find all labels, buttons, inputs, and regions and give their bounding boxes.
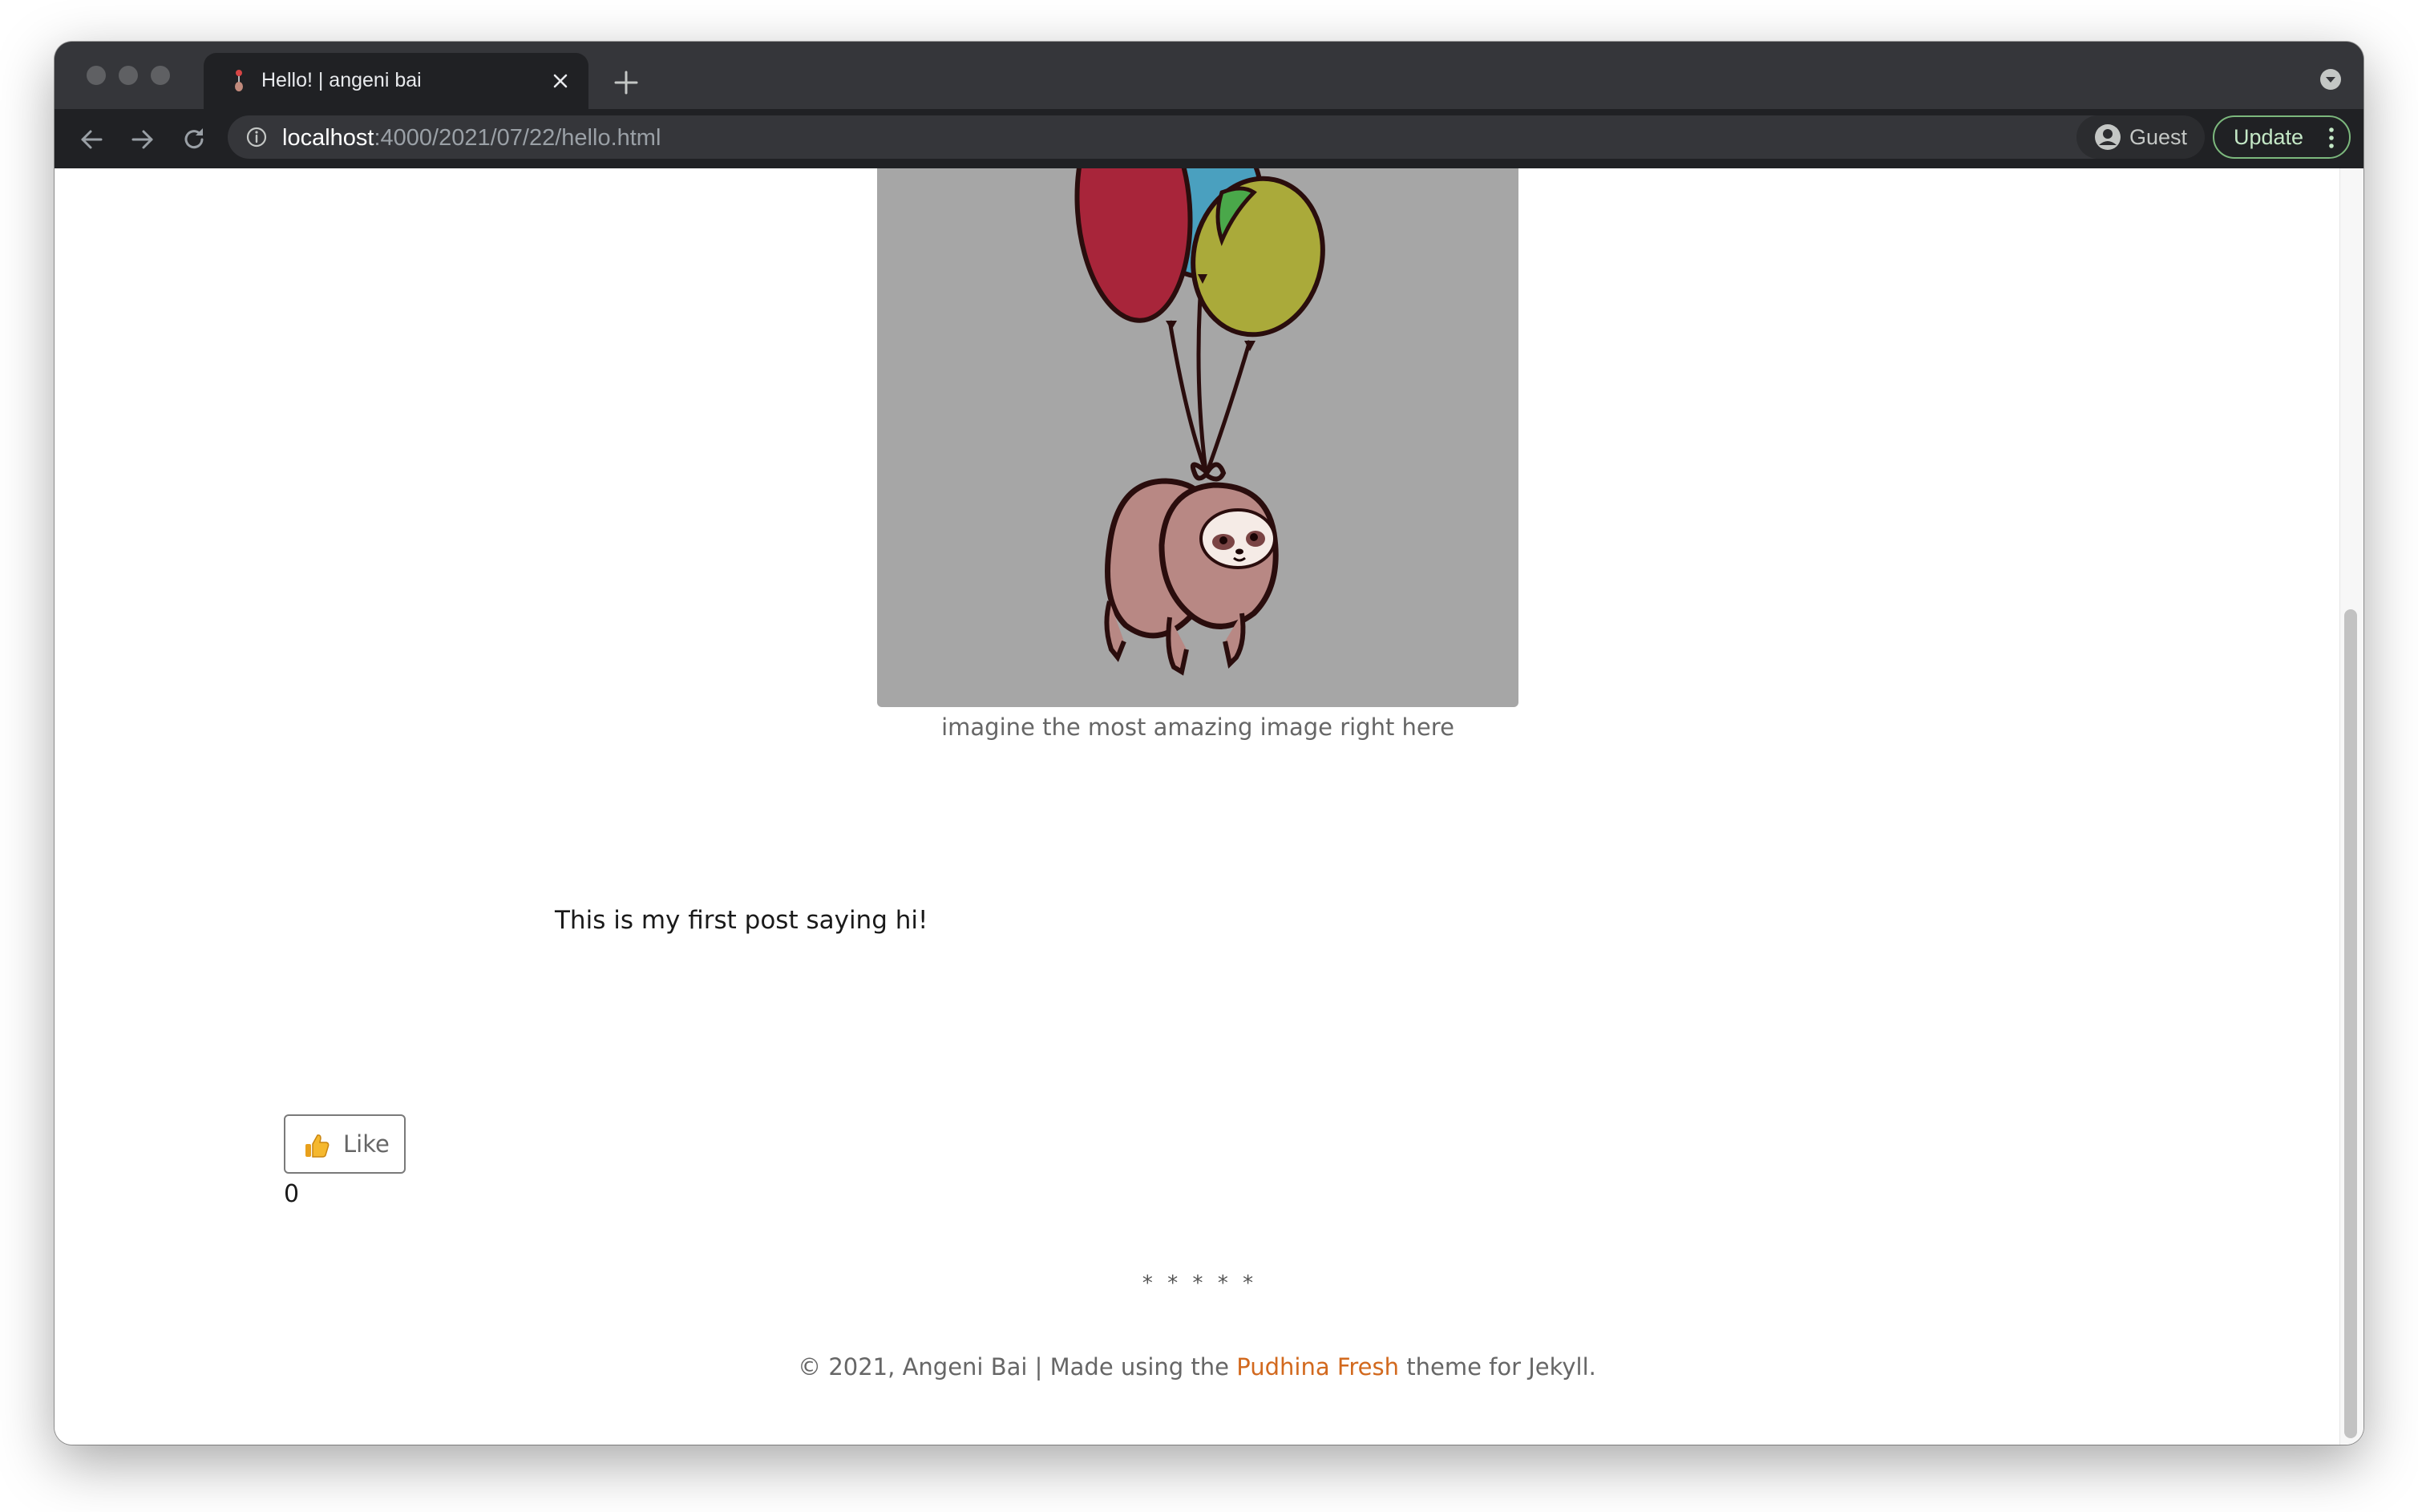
site-info-icon[interactable] bbox=[245, 126, 268, 148]
update-button[interactable]: Update bbox=[2213, 115, 2351, 159]
tab-title: Hello! | angeni bai bbox=[261, 69, 422, 91]
forward-arrow-icon[interactable] bbox=[127, 123, 159, 156]
browser-chrome: Hello! | angeni bai localhost:4000/2021/… bbox=[55, 42, 2363, 168]
tab-search-icon[interactable] bbox=[2319, 67, 2343, 91]
theme-link[interactable]: Pudhina Fresh bbox=[1236, 1353, 1399, 1381]
footer-suffix: theme for Jekyll. bbox=[1399, 1353, 1596, 1381]
like-button[interactable]: Like bbox=[284, 1114, 406, 1174]
close-tab-icon[interactable] bbox=[548, 69, 572, 93]
page-viewport: imagine the most amazing image right her… bbox=[55, 168, 2363, 1445]
like-label: Like bbox=[343, 1130, 390, 1158]
image-caption: imagine the most amazing image right her… bbox=[941, 714, 1454, 741]
thumbs-up-icon bbox=[305, 1134, 330, 1158]
url-host: localhost bbox=[282, 125, 374, 151]
scrollbar-thumb[interactable] bbox=[2344, 609, 2357, 1438]
sloth-favicon-icon bbox=[235, 70, 243, 91]
window-close-button[interactable] bbox=[87, 66, 106, 85]
back-arrow-icon[interactable] bbox=[75, 123, 107, 156]
like-count: 0 bbox=[284, 1180, 300, 1208]
profile-label: Guest bbox=[2129, 125, 2188, 149]
reload-icon[interactable] bbox=[178, 123, 210, 156]
post-body-text: This is my first post saying hi! bbox=[555, 906, 928, 935]
window-minimize-button[interactable] bbox=[119, 66, 138, 85]
footer-prefix: © 2021, Angeni Bai | Made using the bbox=[798, 1353, 1237, 1381]
browser-window: Hello! | angeni bai localhost:4000/2021/… bbox=[55, 42, 2363, 1445]
more-menu-icon[interactable] bbox=[2328, 127, 2335, 149]
profile-avatar-icon bbox=[2095, 124, 2121, 150]
profile-button[interactable]: Guest bbox=[2076, 115, 2205, 159]
sloth-balloons-illustration bbox=[1074, 168, 1325, 676]
address-bar[interactable]: localhost:4000/2021/07/22/hello.html bbox=[228, 115, 2117, 159]
tab-active[interactable]: Hello! | angeni bai bbox=[204, 53, 588, 109]
window-maximize-button[interactable] bbox=[151, 66, 170, 85]
update-label: Update bbox=[2234, 125, 2304, 149]
post-image bbox=[877, 168, 1518, 707]
tab-strip: Hello! | angeni bai bbox=[55, 42, 2363, 109]
url-path: :4000/2021/07/22/hello.html bbox=[374, 125, 661, 151]
url-text: localhost:4000/2021/07/22/hello.html bbox=[282, 125, 661, 152]
page-footer: © 2021, Angeni Bai | Made using the Pudh… bbox=[55, 1353, 2339, 1381]
new-tab-icon[interactable] bbox=[611, 67, 641, 98]
section-separator: * * * * * bbox=[1141, 1271, 1255, 1296]
